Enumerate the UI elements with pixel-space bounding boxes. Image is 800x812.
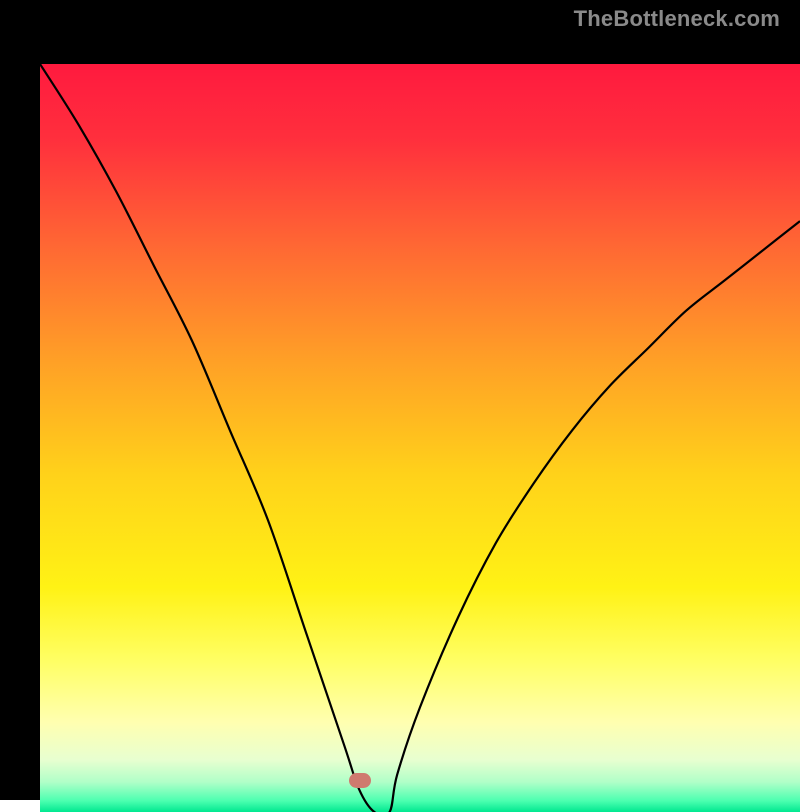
gradient-background [20, 32, 780, 780]
watermark-text: TheBottleneck.com [574, 6, 780, 32]
optimal-marker [349, 773, 371, 788]
plot-svg [40, 64, 800, 812]
gradient-rect [40, 64, 800, 812]
chart-container: TheBottleneck.com [0, 0, 800, 800]
